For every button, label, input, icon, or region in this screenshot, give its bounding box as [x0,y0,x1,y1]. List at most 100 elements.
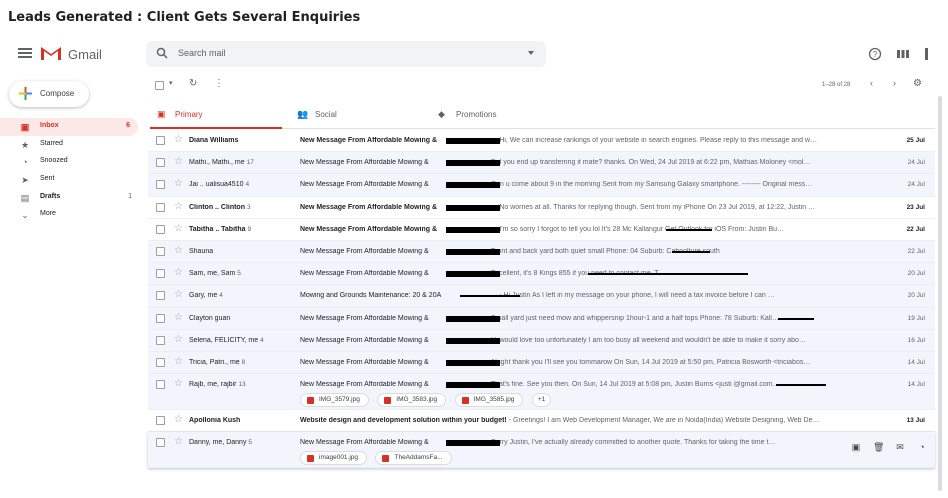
star-icon[interactable]: ☆ [174,290,183,300]
image-file-icon [384,397,392,405]
email-row[interactable]: ☆ Mathi., Mathi., me 17 New Message From… [148,152,935,175]
attachment-chip[interactable]: IMG_3579.jpg [300,393,369,408]
email-row[interactable]: ☆ Tricia, Patri., me 8 New Message From … [148,351,935,375]
more-vert-icon[interactable]: ⋮ [214,78,224,89]
redaction-bar [446,204,500,211]
row-checkbox[interactable] [156,224,165,234]
search-options-icon[interactable] [528,51,534,55]
email-row[interactable]: ☆ Jai .. ualisua4510 4 New Message From … [148,174,935,197]
email-row[interactable]: ☆ Clayton guan New Message From Affordab… [148,307,935,330]
star-icon[interactable]: ☆ [174,245,183,256]
sidebar-item-inbox[interactable]: ▣ Inbox 6 [0,118,138,136]
email-row[interactable]: ☆ Apollonia Kush Website design and deve… [148,410,935,433]
star-icon[interactable]: ☆ [174,415,183,425]
email-date: 22 Jul [906,225,925,233]
email-row[interactable]: ☆ Clinton .. Clinton 3 New Message From … [148,196,935,219]
send-icon: ➤ [21,175,29,186]
sidebar-item-drafts[interactable]: ▤ Drafts 1 [0,189,140,207]
star-icon[interactable]: ☆ [174,179,183,189]
star-icon[interactable]: ☆ [174,379,183,389]
attachment-chip[interactable]: image001.jpg [300,451,368,466]
select-all-checkbox[interactable] [155,81,164,90]
row-checkbox[interactable] [156,180,165,190]
email-content: New Message From Affordable Mowing & - Ex… [300,270,666,278]
row-checkbox[interactable] [156,158,165,168]
sidebar-item-label: Inbox [40,122,59,129]
row-checkbox[interactable] [156,313,165,323]
settings-gear-icon[interactable]: ⚙ [913,78,922,89]
search-icon [156,47,168,59]
email-date: 13 Jul [906,417,925,425]
mark-read-icon[interactable]: ✉ [895,442,905,452]
row-checkbox[interactable] [156,335,165,345]
star-icon[interactable]: ☆ [174,201,183,212]
email-row[interactable]: ☆ Rajb, me, rajbir 13 New Message From A… [148,374,935,411]
star-icon[interactable]: ☆ [174,223,183,234]
row-checkbox[interactable] [156,246,165,256]
email-row[interactable]: ☆ Selena, FELICITY, me 4 New Message Fro… [148,329,935,352]
row-checkbox[interactable] [156,416,165,426]
row-checkbox[interactable] [156,380,165,390]
row-checkbox[interactable] [156,291,165,301]
tag-icon: ◆ [438,109,445,119]
redaction-bar [446,138,500,144]
attachment-chip[interactable]: IMG_3583.jpg [377,393,447,408]
search-placeholder: Search mail [178,48,226,58]
star-icon[interactable]: ☆ [174,157,183,167]
attachment-chip[interactable]: IMG_3585.jpg [454,393,524,408]
tab-label: Social [315,110,337,119]
main-menu-icon[interactable] [18,48,32,58]
star-icon[interactable]: ☆ [174,356,183,367]
sidebar-item-starred[interactable]: ★ Starred [0,136,140,154]
select-dropdown-icon[interactable]: ▾ [169,79,173,87]
row-checkbox[interactable] [156,357,165,367]
row-checkbox[interactable] [156,438,165,448]
star-icon[interactable]: ☆ [174,437,183,447]
redaction-bar [446,160,500,167]
scrollbar[interactable] [938,96,942,491]
snooze-icon[interactable]: ◔ [917,442,927,452]
help-icon[interactable]: ? [868,47,882,61]
email-row[interactable]: ☆ Shauna New Message From Affordable Mow… [148,240,935,264]
email-sender: Apollonia Kush [189,417,241,425]
archive-icon[interactable]: ▣ [851,442,861,452]
next-page-icon[interactable]: › [893,78,896,88]
delete-icon[interactable]: 🗑 [873,442,884,452]
density-icon[interactable] [896,47,910,61]
email-row[interactable]: ☆ Tabitha .. Tabitha 9 New Message From … [148,218,935,241]
sidebar-item-more[interactable]: ⌄ More [0,206,140,224]
sidebar-item-label: Snoozed [40,157,68,165]
tab-social[interactable]: 👥 Social [290,101,422,129]
row-checkbox[interactable] [156,136,165,145]
compose-button[interactable]: Compose [9,81,89,107]
star-icon[interactable]: ☆ [174,135,183,145]
tab-promotions[interactable]: ◆ Promotions [431,101,563,129]
search-bar[interactable]: Search mail [146,41,546,67]
more-attachments-chip[interactable]: +1 [531,393,552,408]
redaction-bar [446,248,500,255]
email-row[interactable]: ☆ Diana Williams New Message From Afford… [148,130,935,153]
email-row[interactable]: ☆ Danny, me, Danny 5 New Message From Af… [148,432,935,469]
row-checkbox[interactable] [156,269,165,279]
email-row[interactable]: ☆ Sam, me, Sam 5 New Message From Afford… [148,263,935,286]
redaction-bar [446,315,500,322]
star-icon[interactable]: ☆ [174,268,183,278]
sidebar-item-sent[interactable]: ➤ Sent [0,171,140,189]
prev-page-icon[interactable]: ‹ [870,78,873,88]
image-file-icon [307,455,314,463]
email-content: New Message From Affordable Mowing & - Fr… [300,247,720,255]
people-icon: 👥 [297,109,309,119]
redaction-bar [446,182,500,189]
tab-primary[interactable]: ▣ Primary [150,101,282,129]
star-icon[interactable]: ☆ [174,312,183,323]
row-checkbox[interactable] [156,202,165,212]
email-row[interactable]: ☆ Gary, me 4 Mowing and Grounds Maintena… [148,285,935,308]
star-icon[interactable]: ☆ [174,334,183,345]
apps-grid-icon[interactable] [922,47,936,61]
sidebar-item-snoozed[interactable]: ◔ Snoozed [0,153,140,171]
email-sender: Diana Williams [189,137,239,144]
attachment-chip[interactable]: TheAddamsFa... [375,451,452,466]
sidebar-item-label: Drafts [40,192,61,200]
redaction-bar [446,440,500,447]
refresh-icon[interactable]: ↻ [189,78,197,89]
